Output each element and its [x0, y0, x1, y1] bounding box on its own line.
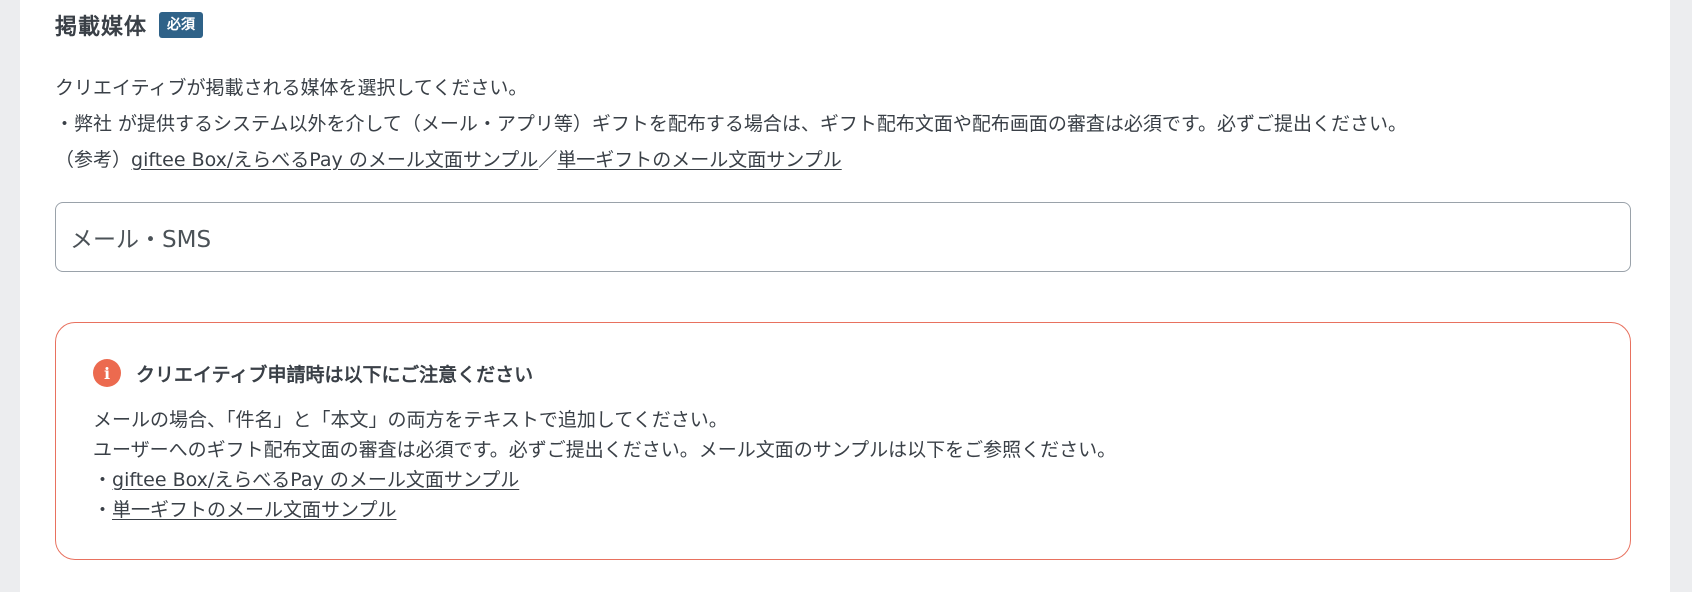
field-description: クリエイティブが掲載される媒体を選択してください。 ・弊社 が提供するシステム以… — [55, 70, 1407, 178]
notice-body: メールの場合、「件名」と「本文」の両方をテキストで追加してください。 ユーザーへ… — [93, 405, 1116, 525]
giftee-box-sample-link[interactable]: giftee Box/えらべるPay のメール文面サンプル — [131, 149, 538, 171]
selected-media-value: メール・SMS — [70, 227, 212, 253]
notice-link-item-2: ・単一ギフトのメール文面サンプル — [93, 495, 1116, 525]
description-line-3: （参考）giftee Box/えらべるPay のメール文面サンプル／単一ギフトの… — [55, 142, 1407, 178]
field-header: 掲載媒体 必須 — [55, 10, 204, 40]
notice-single-gift-sample-link[interactable]: 単一ギフトのメール文面サンプル — [112, 499, 396, 521]
required-badge: 必須 — [159, 12, 204, 38]
notice-title: クリエイティブ申請時は以下にご注意ください — [136, 363, 534, 386]
notice-line-2: ユーザーへのギフト配布文面の審査は必須です。必ずご提出ください。メール文面のサン… — [93, 439, 1117, 461]
description-line-2: ・弊社 が提供するシステム以外を介して（メール・アプリ等）ギフトを配布する場合は… — [55, 113, 1408, 135]
single-gift-sample-link[interactable]: 単一ギフトのメール文面サンプル — [557, 149, 841, 171]
bullet: ・ — [93, 469, 113, 491]
notice-link-item-1: ・giftee Box/えらべるPay のメール文面サンプル — [93, 465, 1116, 495]
notice-line-1: メールの場合、「件名」と「本文」の両方をテキストで追加してください。 — [93, 409, 728, 431]
bullet: ・ — [93, 499, 113, 521]
description-line-1: クリエイティブが掲載される媒体を選択してください。 — [55, 77, 528, 99]
notice-header: i クリエイティブ申請時は以下にご注意ください — [93, 359, 533, 387]
media-select[interactable]: メール・SMS — [55, 202, 1631, 272]
notice-giftee-box-sample-link[interactable]: giftee Box/えらべるPay のメール文面サンプル — [112, 469, 519, 491]
link-separator: ／ — [538, 149, 558, 171]
reference-prefix: （参考） — [55, 149, 132, 171]
notice-box: i クリエイティブ申請時は以下にご注意ください メールの場合、「件名」と「本文」… — [55, 322, 1631, 560]
info-icon: i — [93, 359, 121, 387]
field-title: 掲載媒体 — [55, 15, 148, 40]
content-panel: 掲載媒体 必須 クリエイティブが掲載される媒体を選択してください。 ・弊社 が提… — [20, 0, 1670, 592]
